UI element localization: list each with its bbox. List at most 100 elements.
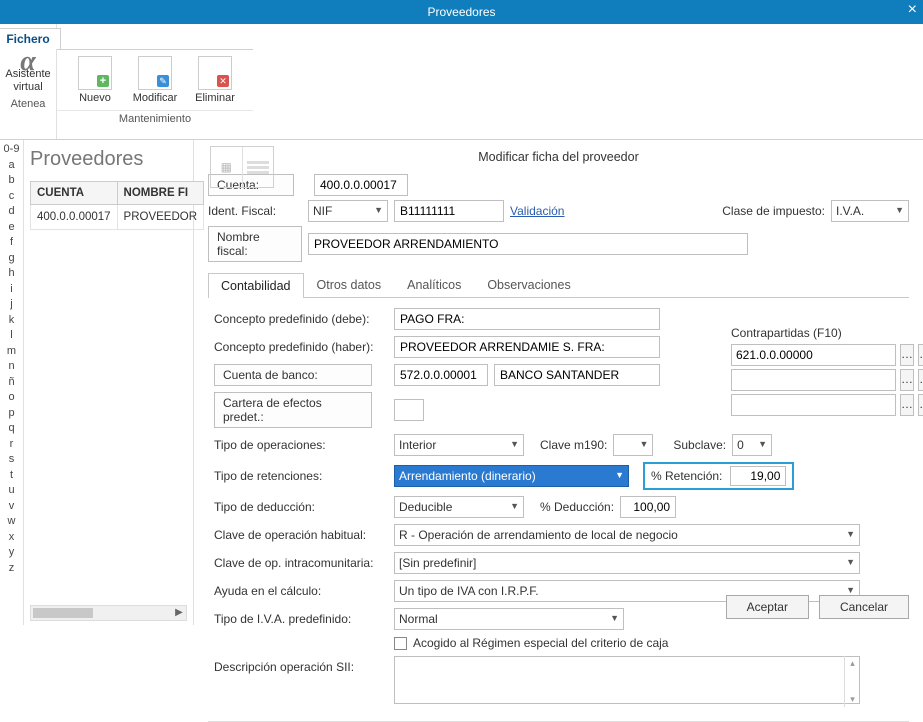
concepto-haber-label: Concepto predefinido (haber): <box>214 340 394 354</box>
az-u[interactable]: u <box>0 483 23 499</box>
az-t[interactable]: t <box>0 468 23 484</box>
tipo-operaciones-select[interactable]: Interior▼ <box>394 434 524 456</box>
az-z[interactable]: z <box>0 561 23 577</box>
az-h[interactable]: h <box>0 266 23 282</box>
retencion-highlight: % Retención: <box>643 462 794 490</box>
scroll-right-icon[interactable]: ▶ <box>172 607 186 619</box>
contra-1-browse-button[interactable]: … <box>900 344 914 366</box>
az-v[interactable]: v <box>0 499 23 515</box>
concepto-debe-input[interactable] <box>394 308 660 330</box>
contrapartida-3-input[interactable] <box>731 394 896 416</box>
contra-3-browse-button[interactable]: … <box>900 394 914 416</box>
clave-habitual-select[interactable]: R - Operación de arrendamiento de local … <box>394 524 860 546</box>
iva-predefinido-select[interactable]: Normal▼ <box>394 608 624 630</box>
cuenta-banco-nombre-input[interactable] <box>494 364 660 386</box>
alpha-icon: α <box>0 55 56 68</box>
ident-tipo-select[interactable]: NIF▼ <box>308 200 388 222</box>
clave-intracomunitaria-select[interactable]: [Sin predefinir]▼ <box>394 552 860 574</box>
az-l[interactable]: l <box>0 328 23 344</box>
az-ñ[interactable]: ñ <box>0 375 23 391</box>
col-cuenta[interactable]: CUENTA <box>31 182 118 205</box>
pct-deduccion-input[interactable] <box>620 496 676 518</box>
az-b[interactable]: b <box>0 173 23 189</box>
image-icon: ▦ <box>211 147 243 187</box>
contra-2-browse-button[interactable]: … <box>900 369 914 391</box>
asistente-virtual[interactable]: α Asistente virtual Atenea <box>0 55 56 111</box>
concepto-haber-input[interactable] <box>394 336 660 358</box>
scroll-up-icon: ▴ <box>850 658 855 669</box>
az-g[interactable]: g <box>0 251 23 267</box>
aceptar-button[interactable]: Aceptar <box>726 595 809 619</box>
tipo-operaciones-label: Tipo de operaciones: <box>214 438 394 452</box>
az-x[interactable]: x <box>0 530 23 546</box>
clave-intracomunitaria-label: Clave de op. intracomunitaria: <box>214 556 394 570</box>
az-s[interactable]: s <box>0 452 23 468</box>
clave-m190-select[interactable]: ▼ <box>613 434 653 456</box>
tab-otros-datos[interactable]: Otros datos <box>304 272 395 297</box>
cartera-efectos-button[interactable]: Cartera de efectos predet.: <box>214 392 372 428</box>
contrapartida-1-input[interactable] <box>731 344 896 366</box>
clase-impuesto-select[interactable]: I.V.A.▼ <box>831 200 909 222</box>
az-f[interactable]: f <box>0 235 23 251</box>
proveedores-list-panel: Proveedores CUENTA NOMBRE FI 400.0.0.000… <box>24 140 194 625</box>
az-p[interactable]: p <box>0 406 23 422</box>
az-w[interactable]: w <box>0 514 23 530</box>
descripcion-sii-label: Descripción operación SII: <box>214 656 394 674</box>
contra-2-more-button[interactable]: … <box>918 369 923 391</box>
checkbox-icon <box>394 637 407 650</box>
az-e[interactable]: e <box>0 220 23 236</box>
nombre-fiscal-input[interactable] <box>308 233 748 255</box>
nuevo-button[interactable]: Nuevo <box>67 56 123 104</box>
az-d[interactable]: d <box>0 204 23 220</box>
subclave-select[interactable]: 0▼ <box>732 434 772 456</box>
document-edit-icon <box>138 56 172 90</box>
contrapartida-2-input[interactable] <box>731 369 896 391</box>
cuenta-input[interactable] <box>314 174 408 196</box>
col-nombre[interactable]: NOMBRE FI <box>117 182 204 205</box>
eliminar-button[interactable]: Eliminar <box>187 56 243 104</box>
scroll-thumb[interactable] <box>33 608 93 618</box>
validacion-link[interactable]: Validación <box>510 204 564 218</box>
tipo-deduccion-select[interactable]: Deducible▼ <box>394 496 524 518</box>
az-k[interactable]: k <box>0 313 23 329</box>
horizontal-scrollbar[interactable]: ◀ ▶ <box>30 605 187 621</box>
pct-retencion-input[interactable] <box>730 466 786 486</box>
az-index[interactable]: 0-9abcdefghijklmnñopqrstuvwxyz <box>0 140 24 625</box>
az-m[interactable]: m <box>0 344 23 360</box>
tab-contabilidad[interactable]: Contabilidad <box>208 273 304 298</box>
scroll-down-icon: ▾ <box>850 694 855 705</box>
az-r[interactable]: r <box>0 437 23 453</box>
az-0-9[interactable]: 0-9 <box>0 142 23 158</box>
cuenta-banco-button[interactable]: Cuenta de banco: <box>214 364 372 386</box>
acogido-checkbox[interactable]: Acogido al Régimen especial del criterio… <box>394 636 903 650</box>
pct-retencion-label: % Retención: <box>651 469 722 483</box>
cuenta-banco-num-input[interactable] <box>394 364 488 386</box>
az-i[interactable]: i <box>0 282 23 298</box>
close-icon[interactable]: × <box>908 1 917 19</box>
az-o[interactable]: o <box>0 390 23 406</box>
contra-3-more-button[interactable]: … <box>918 394 923 416</box>
tipo-deduccion-label: Tipo de deducción: <box>214 500 394 514</box>
az-y[interactable]: y <box>0 545 23 561</box>
tab-observaciones[interactable]: Observaciones <box>474 272 583 297</box>
cancelar-button[interactable]: Cancelar <box>819 595 909 619</box>
concepto-debe-label: Concepto predefinido (debe): <box>214 312 394 326</box>
az-c[interactable]: c <box>0 189 23 205</box>
cartera-efectos-input[interactable] <box>394 399 424 421</box>
tipo-retenciones-select[interactable]: Arrendamiento (dinerario)▼ <box>394 465 629 487</box>
textarea-scrollbar[interactable]: ▴▾ <box>844 656 860 707</box>
az-n[interactable]: n <box>0 359 23 375</box>
table-row[interactable]: 400.0.0.00017 PROVEEDOR <box>31 205 204 230</box>
contra-1-more-button[interactable]: … <box>918 344 923 366</box>
nombre-fiscal-button[interactable]: Nombre fiscal: <box>208 226 302 262</box>
az-q[interactable]: q <box>0 421 23 437</box>
ayuda-calculo-label: Ayuda en el cálculo: <box>214 584 394 598</box>
tab-analiticos[interactable]: Analíticos <box>394 272 474 297</box>
modificar-button[interactable]: Modificar <box>127 56 183 104</box>
image-placeholder[interactable]: ▦ <box>210 146 274 188</box>
clave-habitual-label: Clave de operación habitual: <box>214 528 394 542</box>
az-j[interactable]: j <box>0 297 23 313</box>
ident-numero-input[interactable] <box>394 200 504 222</box>
descripcion-sii-textarea[interactable] <box>394 656 860 704</box>
az-a[interactable]: a <box>0 158 23 174</box>
